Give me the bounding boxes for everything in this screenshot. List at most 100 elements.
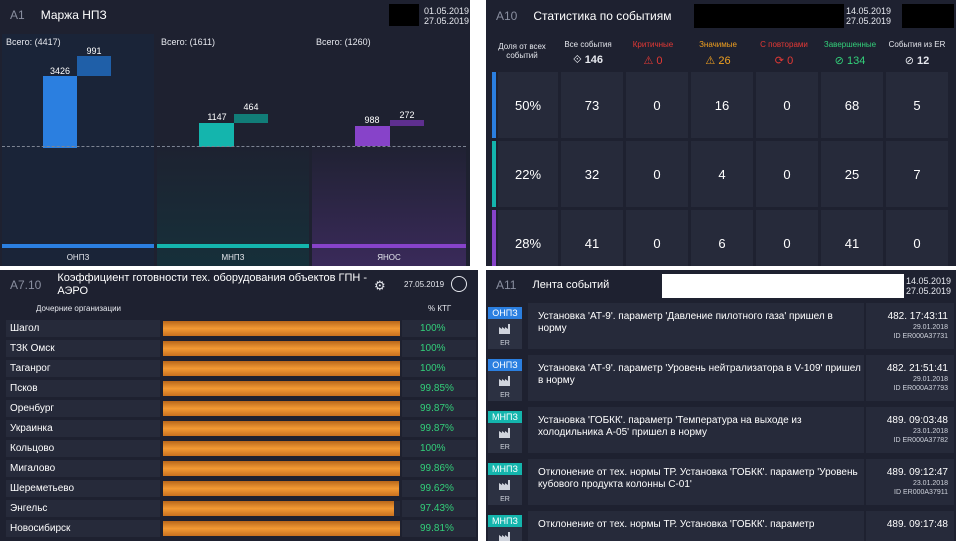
header-share: Доля от всех событий	[498, 42, 546, 60]
ktg-row[interactable]: Таганрог 100%	[6, 360, 476, 379]
event-id: ID ER000A37911	[894, 489, 948, 496]
event-item[interactable]: МНПЗ ER Установка 'ГОБКК'. параметр 'Темпе…	[486, 407, 956, 457]
stats-row-mnpz[interactable]: 22% 32 0 4 0 25 7	[492, 141, 956, 207]
plant-badge: ОНПЗ	[488, 359, 522, 371]
stats-row-yanos[interactable]: 28% 41 0 6 0 41 0	[492, 210, 956, 266]
header-critical-count: ⚠ 0	[622, 54, 684, 67]
ktg-value: 99.87%	[402, 400, 476, 417]
er-label: ER	[500, 340, 510, 347]
ktg-row[interactable]: Новосибирск 99.81%	[6, 520, 476, 539]
cell-critical: 0	[626, 210, 688, 266]
ktg-row[interactable]: Украинка 99.87%	[6, 420, 476, 439]
date-from: 01.05.2019	[424, 6, 470, 16]
cell-share: 50%	[498, 72, 558, 138]
plant-badge: МНПЗ	[488, 411, 522, 423]
column-name: ЯНОС	[377, 253, 401, 262]
column-mnpz[interactable]: Всего: (1611) 1147 464 МНПЗ	[157, 34, 309, 266]
ktg-row[interactable]: Оренбург 99.87%	[6, 400, 476, 419]
event-text: Установка 'ГОБКК'. параметр 'Температура…	[528, 407, 864, 453]
ktg-row[interactable]: Шагол 100%	[6, 320, 476, 339]
ktg-bar-fill	[163, 361, 400, 376]
event-item[interactable]: МНПЗER Отклонение от тех. нормы ТР. Устан…	[486, 511, 956, 541]
cell-significant: 16	[691, 72, 753, 138]
column-yanos[interactable]: Всего: (1260) 988 272 ЯНОС	[312, 34, 466, 266]
event-item[interactable]: ОНПЗ ER Установка 'АТ-9'. параметр 'Давлен…	[486, 303, 956, 353]
ktg-bar-track	[163, 521, 400, 536]
ktg-value: 100%	[402, 340, 476, 357]
ktg-row[interactable]: ТЗК Омск 100%	[6, 340, 476, 359]
org-name: ТЗК Омск	[6, 340, 160, 357]
ktg-row[interactable]: Кольцово 100%	[6, 440, 476, 459]
gear-icon[interactable]: ⚙	[374, 278, 386, 294]
warning-icon: ⚠	[705, 55, 716, 67]
event-id: ID ER000A37731	[893, 333, 948, 340]
reference-line	[2, 146, 154, 147]
ktg-bar-track	[163, 381, 400, 396]
row-accent	[492, 141, 496, 207]
stats-row-onpz[interactable]: 50% 73 0 16 0 68 5	[492, 72, 956, 138]
event-item[interactable]: МНПЗERОтклонение от тех. нормы ТР. Устан…	[486, 459, 956, 509]
cell-repeats: 0	[756, 141, 818, 207]
factory-icon: ER	[488, 371, 522, 401]
row-accent	[492, 210, 496, 266]
column-baseline	[2, 244, 154, 248]
date-to: 27.05.2019	[846, 16, 892, 26]
ktg-bar-track	[163, 481, 400, 496]
event-meta: 489. 09:03:48 23.01.2018 ID ER000A37782	[866, 407, 954, 453]
header-repeats[interactable]: С повторами	[752, 40, 816, 49]
event-item[interactable]: ОНПЗ ER Установка 'АТ-9'. параметр 'Уровен…	[486, 355, 956, 405]
cell-significant: 4	[691, 141, 753, 207]
column-baseline	[312, 244, 466, 248]
check-circle-icon: ⊘	[834, 55, 844, 67]
ktg-bar-fill	[163, 401, 400, 416]
cell-significant: 6	[691, 210, 753, 266]
factory-icon: ER	[488, 527, 522, 541]
ktg-row[interactable]: Энгельс 97.43%	[6, 500, 476, 519]
header-all-events[interactable]: Все события	[556, 40, 620, 49]
ktg-bar-track	[163, 461, 400, 476]
er-label: ER	[500, 392, 510, 399]
bar-primary-label: 1147	[207, 112, 227, 122]
factory-icon: ER	[488, 319, 522, 349]
bar-secondary	[390, 120, 424, 126]
header-critical[interactable]: Критичные	[622, 40, 684, 49]
event-number: 482. 21:51:41	[886, 363, 948, 374]
cell-repeats: 0	[756, 72, 818, 138]
header-significant[interactable]: Значимые	[686, 40, 750, 49]
header-er-events[interactable]: События из ER	[884, 40, 950, 49]
column-onpz[interactable]: Всего: (4417) 3426 991 ОНПЗ	[2, 34, 154, 266]
redacted-block	[389, 4, 419, 26]
event-number: 489. 09:12:47	[886, 467, 948, 478]
plant-badge: МНПЗ	[488, 463, 522, 475]
ktg-bar-fill	[163, 441, 400, 456]
event-text: Установка 'АТ-9'. параметр 'Давление пил…	[528, 303, 864, 349]
event-text: Отклонение от тех. нормы ТР. Установка '…	[528, 459, 864, 505]
plant-badge: МНПЗ	[488, 515, 522, 527]
ktg-bar-track	[163, 421, 400, 436]
header-completed[interactable]: Завершенные	[818, 40, 882, 49]
ktg-row[interactable]: Шереметьево 99.62%	[6, 480, 476, 499]
widget-id: A1	[10, 8, 25, 22]
reference-line	[157, 146, 309, 147]
event-id: ID ER000A37782	[893, 437, 948, 444]
org-name: Украинка	[6, 420, 160, 437]
ktg-bar-track	[163, 401, 400, 416]
ktg-row[interactable]: Псков 99.85%	[6, 380, 476, 399]
bar-primary-label: 3426	[49, 66, 71, 76]
event-text: Установка 'АТ-9'. параметр 'Уровень нейт…	[528, 355, 864, 401]
event-date: 23.01.2018	[912, 480, 948, 487]
event-meta: 489. 09:12:47 23.01.2018 ID ER000A37911	[866, 459, 954, 505]
row-accent	[492, 72, 496, 138]
factory-icon: ER	[488, 423, 522, 453]
refresh-icon[interactable]	[451, 276, 467, 292]
column-total: Всего: (1611)	[161, 37, 215, 47]
event-text: Отклонение от тех. нормы ТР. Установка '…	[528, 511, 864, 541]
ktg-value: 99.87%	[402, 420, 476, 437]
event-list[interactable]: ОНПЗ ER Установка 'АТ-9'. параметр 'Давлен…	[486, 303, 956, 541]
count-value: 0	[787, 55, 794, 67]
ktg-value: 99.62%	[402, 480, 476, 497]
ktg-bar-fill	[163, 521, 400, 536]
date-to: 27.05.2019	[906, 286, 952, 296]
ktg-bar-track	[163, 441, 400, 456]
ktg-row[interactable]: Мигалово 99.86%	[6, 460, 476, 479]
